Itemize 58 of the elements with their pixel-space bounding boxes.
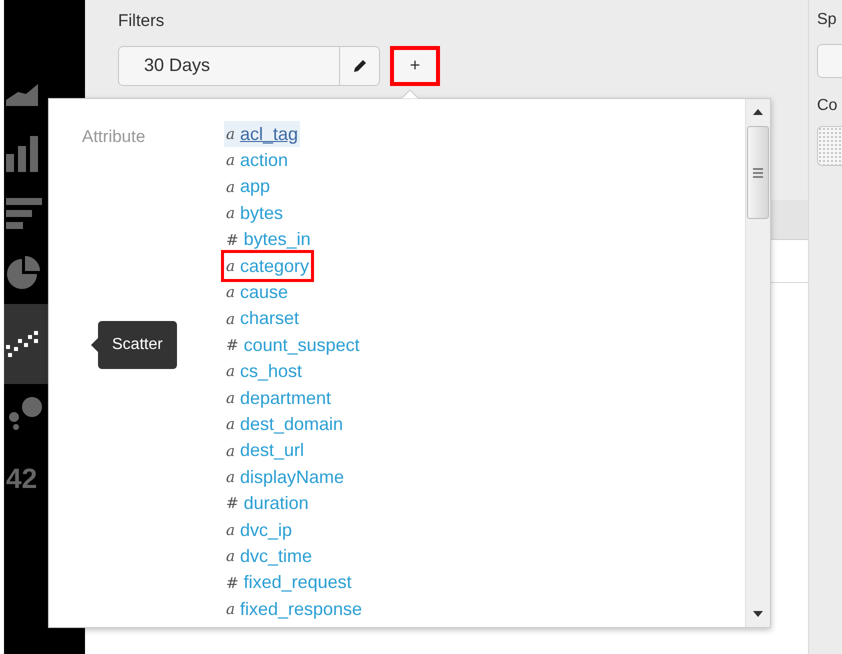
toggle-button[interactable] bbox=[817, 44, 842, 78]
type-glyph: # bbox=[226, 493, 239, 514]
color-swatch-button[interactable] bbox=[817, 126, 842, 166]
attribute-item[interactable]: # fixed_request bbox=[224, 570, 354, 596]
attribute-item[interactable]: a category bbox=[224, 252, 311, 280]
type-glyph: # bbox=[226, 572, 239, 594]
type-glyph: # bbox=[226, 335, 239, 356]
bubble-chart-icon bbox=[6, 397, 44, 431]
scroll-up-icon[interactable] bbox=[753, 109, 763, 115]
scrollbar[interactable] bbox=[745, 99, 770, 627]
type-glyph: a bbox=[226, 440, 235, 462]
attribute-item[interactable]: a cause bbox=[224, 279, 290, 306]
attribute-item[interactable]: # duration bbox=[224, 490, 311, 517]
type-glyph: a bbox=[226, 388, 235, 409]
type-glyph: a bbox=[226, 414, 235, 436]
attribute-item[interactable]: # bytes_in bbox=[224, 226, 313, 253]
attribute-item[interactable]: a bytes bbox=[224, 200, 285, 227]
filters-label: Filters bbox=[118, 10, 166, 32]
section-label: Co bbox=[817, 96, 838, 116]
type-glyph: a bbox=[226, 308, 235, 330]
attribute-item[interactable]: a dvc_time bbox=[224, 543, 314, 570]
pencil-icon bbox=[352, 58, 368, 74]
type-glyph: # bbox=[226, 230, 239, 250]
attribute-item[interactable]: a action bbox=[224, 147, 290, 174]
scrollbar-thumb[interactable] bbox=[747, 126, 769, 219]
attribute-item[interactable]: a dvc_ip bbox=[224, 516, 294, 544]
attribute-item[interactable]: # count_suspect bbox=[224, 332, 362, 359]
attribute-item[interactable]: a dest_domain bbox=[224, 411, 346, 438]
attribute-item[interactable]: a acl_tag bbox=[224, 121, 300, 148]
attribute-item[interactable]: a fixed_response bbox=[224, 596, 364, 622]
type-glyph: a bbox=[226, 598, 235, 620]
filter-field[interactable]: 30 Days bbox=[118, 46, 340, 86]
single-value-label: 42 bbox=[6, 462, 38, 496]
attribute-item[interactable]: a dest_url bbox=[224, 438, 306, 464]
scroll-down-icon[interactable] bbox=[753, 611, 763, 617]
filter-value: 30 Days bbox=[144, 54, 210, 77]
type-glyph: a bbox=[226, 282, 235, 304]
type-glyph: a bbox=[226, 124, 235, 145]
bar-chart-icon bbox=[6, 198, 44, 230]
type-glyph: a bbox=[226, 176, 235, 198]
type-glyph: a bbox=[226, 520, 235, 541]
type-glyph: a bbox=[226, 361, 235, 382]
attribute-item[interactable]: a cs_host bbox=[224, 358, 304, 385]
type-glyph: a bbox=[226, 256, 235, 277]
grip-icon bbox=[753, 168, 763, 178]
tooltip: Scatter bbox=[91, 321, 177, 369]
attribute-item[interactable]: a department bbox=[224, 384, 334, 412]
section-label: Sp bbox=[817, 10, 837, 30]
attribute-item[interactable]: a displayName bbox=[224, 464, 346, 490]
edit-button[interactable] bbox=[340, 46, 380, 86]
type-glyph: a bbox=[226, 203, 235, 224]
attribute-item[interactable]: a app bbox=[224, 174, 272, 200]
type-glyph: a bbox=[226, 467, 235, 488]
attribute-heading: Attribute bbox=[82, 126, 146, 148]
type-glyph: a bbox=[226, 150, 235, 172]
attribute-item[interactable]: a charset bbox=[224, 306, 301, 332]
type-glyph: a bbox=[226, 546, 235, 568]
add-button[interactable]: + bbox=[390, 46, 440, 86]
